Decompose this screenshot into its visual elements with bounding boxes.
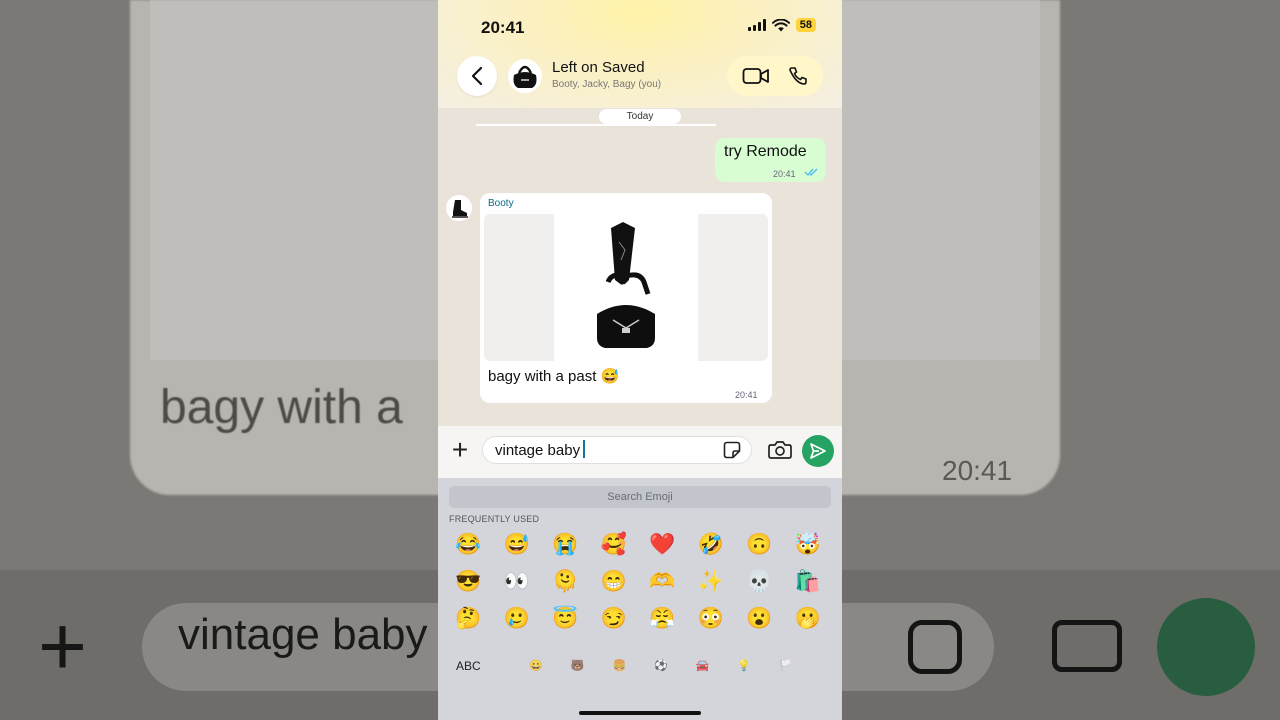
- emoji-category-tab[interactable]: 🐻: [568, 656, 588, 676]
- background-input-text: vintage baby: [178, 610, 428, 659]
- handbag-avatar-icon: [513, 65, 537, 88]
- emoji-key[interactable]: ✨: [687, 563, 736, 600]
- wifi-icon: [771, 18, 790, 31]
- boot-avatar-icon: [452, 200, 468, 218]
- emoji-key[interactable]: 🙃: [735, 526, 784, 563]
- emoji-key[interactable]: 😎: [444, 563, 493, 600]
- message-time: 20:41: [735, 390, 758, 400]
- chat-title[interactable]: Left on Saved: [552, 59, 645, 76]
- emoji-search-field[interactable]: Search Emoji: [449, 486, 831, 508]
- sender-avatar[interactable]: [446, 195, 472, 221]
- background-camera-icon: [1052, 620, 1122, 672]
- attach-plus-button[interactable]: +: [448, 434, 472, 466]
- send-icon: [810, 443, 826, 459]
- emoji-category-tab[interactable]: 🚘: [693, 656, 713, 676]
- group-avatar[interactable]: [508, 59, 542, 93]
- text-caret: [583, 440, 585, 458]
- background-message-time: 20:41: [942, 455, 1013, 486]
- emoji-key[interactable]: 😳: [687, 600, 736, 637]
- date-divider: [476, 124, 716, 126]
- message-input[interactable]: vintage baby: [482, 436, 752, 464]
- video-call-icon[interactable]: [742, 67, 770, 85]
- status-icons: 58: [747, 18, 816, 32]
- emoji-key[interactable]: 🫠: [541, 563, 590, 600]
- emoji-key[interactable]: 😇: [541, 600, 590, 637]
- emoji-key[interactable]: 🥰: [590, 526, 639, 563]
- message-text: try Remode: [724, 143, 807, 160]
- chat-messages: Today try Remode 20:41 Booty bagy with a…: [438, 108, 842, 426]
- emoji-category-tab[interactable]: ⚽: [651, 656, 671, 676]
- date-chip: Today: [599, 109, 681, 124]
- emoji-key[interactable]: 😁: [590, 563, 639, 600]
- handbag-image: [597, 222, 655, 348]
- compose-bar: + vintage baby: [438, 426, 842, 478]
- emoji-category-tab[interactable]: 😀: [526, 656, 546, 676]
- background-message-text: bagy with a: [160, 381, 403, 434]
- emoji-key[interactable]: 💀: [735, 563, 784, 600]
- abc-key[interactable]: ABC: [456, 659, 481, 673]
- background-plus-icon: +: [38, 599, 88, 693]
- status-time: 20:41: [481, 18, 525, 37]
- chat-header: 20:41 58 Left on Saved Booty, Jacky, Bag…: [438, 0, 842, 108]
- sticker-icon[interactable]: [723, 441, 741, 459]
- emoji-key[interactable]: 😮: [735, 600, 784, 637]
- keyboard-bottom-row: ABC 😀 🐻 🍔 ⚽ 🚘 💡 🏳️: [438, 656, 842, 686]
- emoji-key[interactable]: 🫢: [784, 600, 833, 637]
- send-button[interactable]: [802, 435, 834, 467]
- message-input-text: vintage baby: [495, 440, 585, 459]
- emoji-category-tab[interactable]: 🍔: [609, 656, 629, 676]
- emoji-key[interactable]: 👀: [493, 563, 542, 600]
- outgoing-message[interactable]: try Remode 20:41: [715, 138, 826, 182]
- emoji-key[interactable]: 🛍️: [784, 563, 833, 600]
- message-image[interactable]: [484, 214, 768, 361]
- emoji-grid: 😂 😅 😭 🥰 ❤️ 🤣 🙃 🤯 😎 👀 🫠 😁 🫶 ✨ 💀 🛍️ 🤔 🥲 😇 😏 😤 😳 😮 🫢: [444, 526, 836, 637]
- message-time: 20:41: [773, 169, 796, 179]
- background-sticker-icon: [908, 620, 962, 674]
- frequently-used-label: FREQUENTLY USED: [449, 514, 540, 524]
- emoji-category-bar: 😀 🐻 🍔 ⚽ 🚘 💡 🏳️: [526, 656, 796, 676]
- emoji-key[interactable]: 😏: [590, 600, 639, 637]
- chevron-left-icon: [471, 66, 483, 86]
- emoji-key[interactable]: 🤯: [784, 526, 833, 563]
- emoji-key[interactable]: 🤔: [444, 600, 493, 637]
- emoji-key[interactable]: 😤: [638, 600, 687, 637]
- emoji-category-tab[interactable]: 🏳️: [776, 656, 796, 676]
- chat-members[interactable]: Booty, Jacky, Bagy (you): [552, 79, 661, 90]
- emoji-key[interactable]: 😭: [541, 526, 590, 563]
- emoji-key[interactable]: ❤️: [638, 526, 687, 563]
- battery-icon: 58: [795, 18, 816, 32]
- home-indicator[interactable]: [579, 711, 701, 715]
- emoji-key[interactable]: 🥲: [493, 600, 542, 637]
- read-ticks-icon: [804, 168, 818, 177]
- emoji-category-tab[interactable]: 💡: [734, 656, 754, 676]
- emoji-key[interactable]: 😅: [493, 526, 542, 563]
- emoji-keyboard: Search Emoji FREQUENTLY USED 😂 😅 😭 🥰 ❤️ 🤣 🙃 🤯 😎 👀…: [438, 478, 842, 720]
- phone-screen: 20:41 58 Left on Saved Booty, Jacky, Bag…: [438, 0, 842, 720]
- incoming-message[interactable]: Booty bagy with a past 😅 20:41: [480, 193, 772, 403]
- emoji-key[interactable]: 🤣: [687, 526, 736, 563]
- back-button[interactable]: [457, 56, 497, 96]
- signal-icon: [747, 19, 766, 31]
- background-send-icon: [1157, 598, 1255, 696]
- emoji-key[interactable]: 🫶: [638, 563, 687, 600]
- camera-icon[interactable]: [768, 440, 792, 460]
- emoji-key[interactable]: 😂: [444, 526, 493, 563]
- sender-name: Booty: [488, 198, 514, 209]
- phone-call-icon[interactable]: [788, 66, 808, 86]
- call-actions: [727, 56, 823, 96]
- message-caption: bagy with a past 😅: [488, 368, 620, 385]
